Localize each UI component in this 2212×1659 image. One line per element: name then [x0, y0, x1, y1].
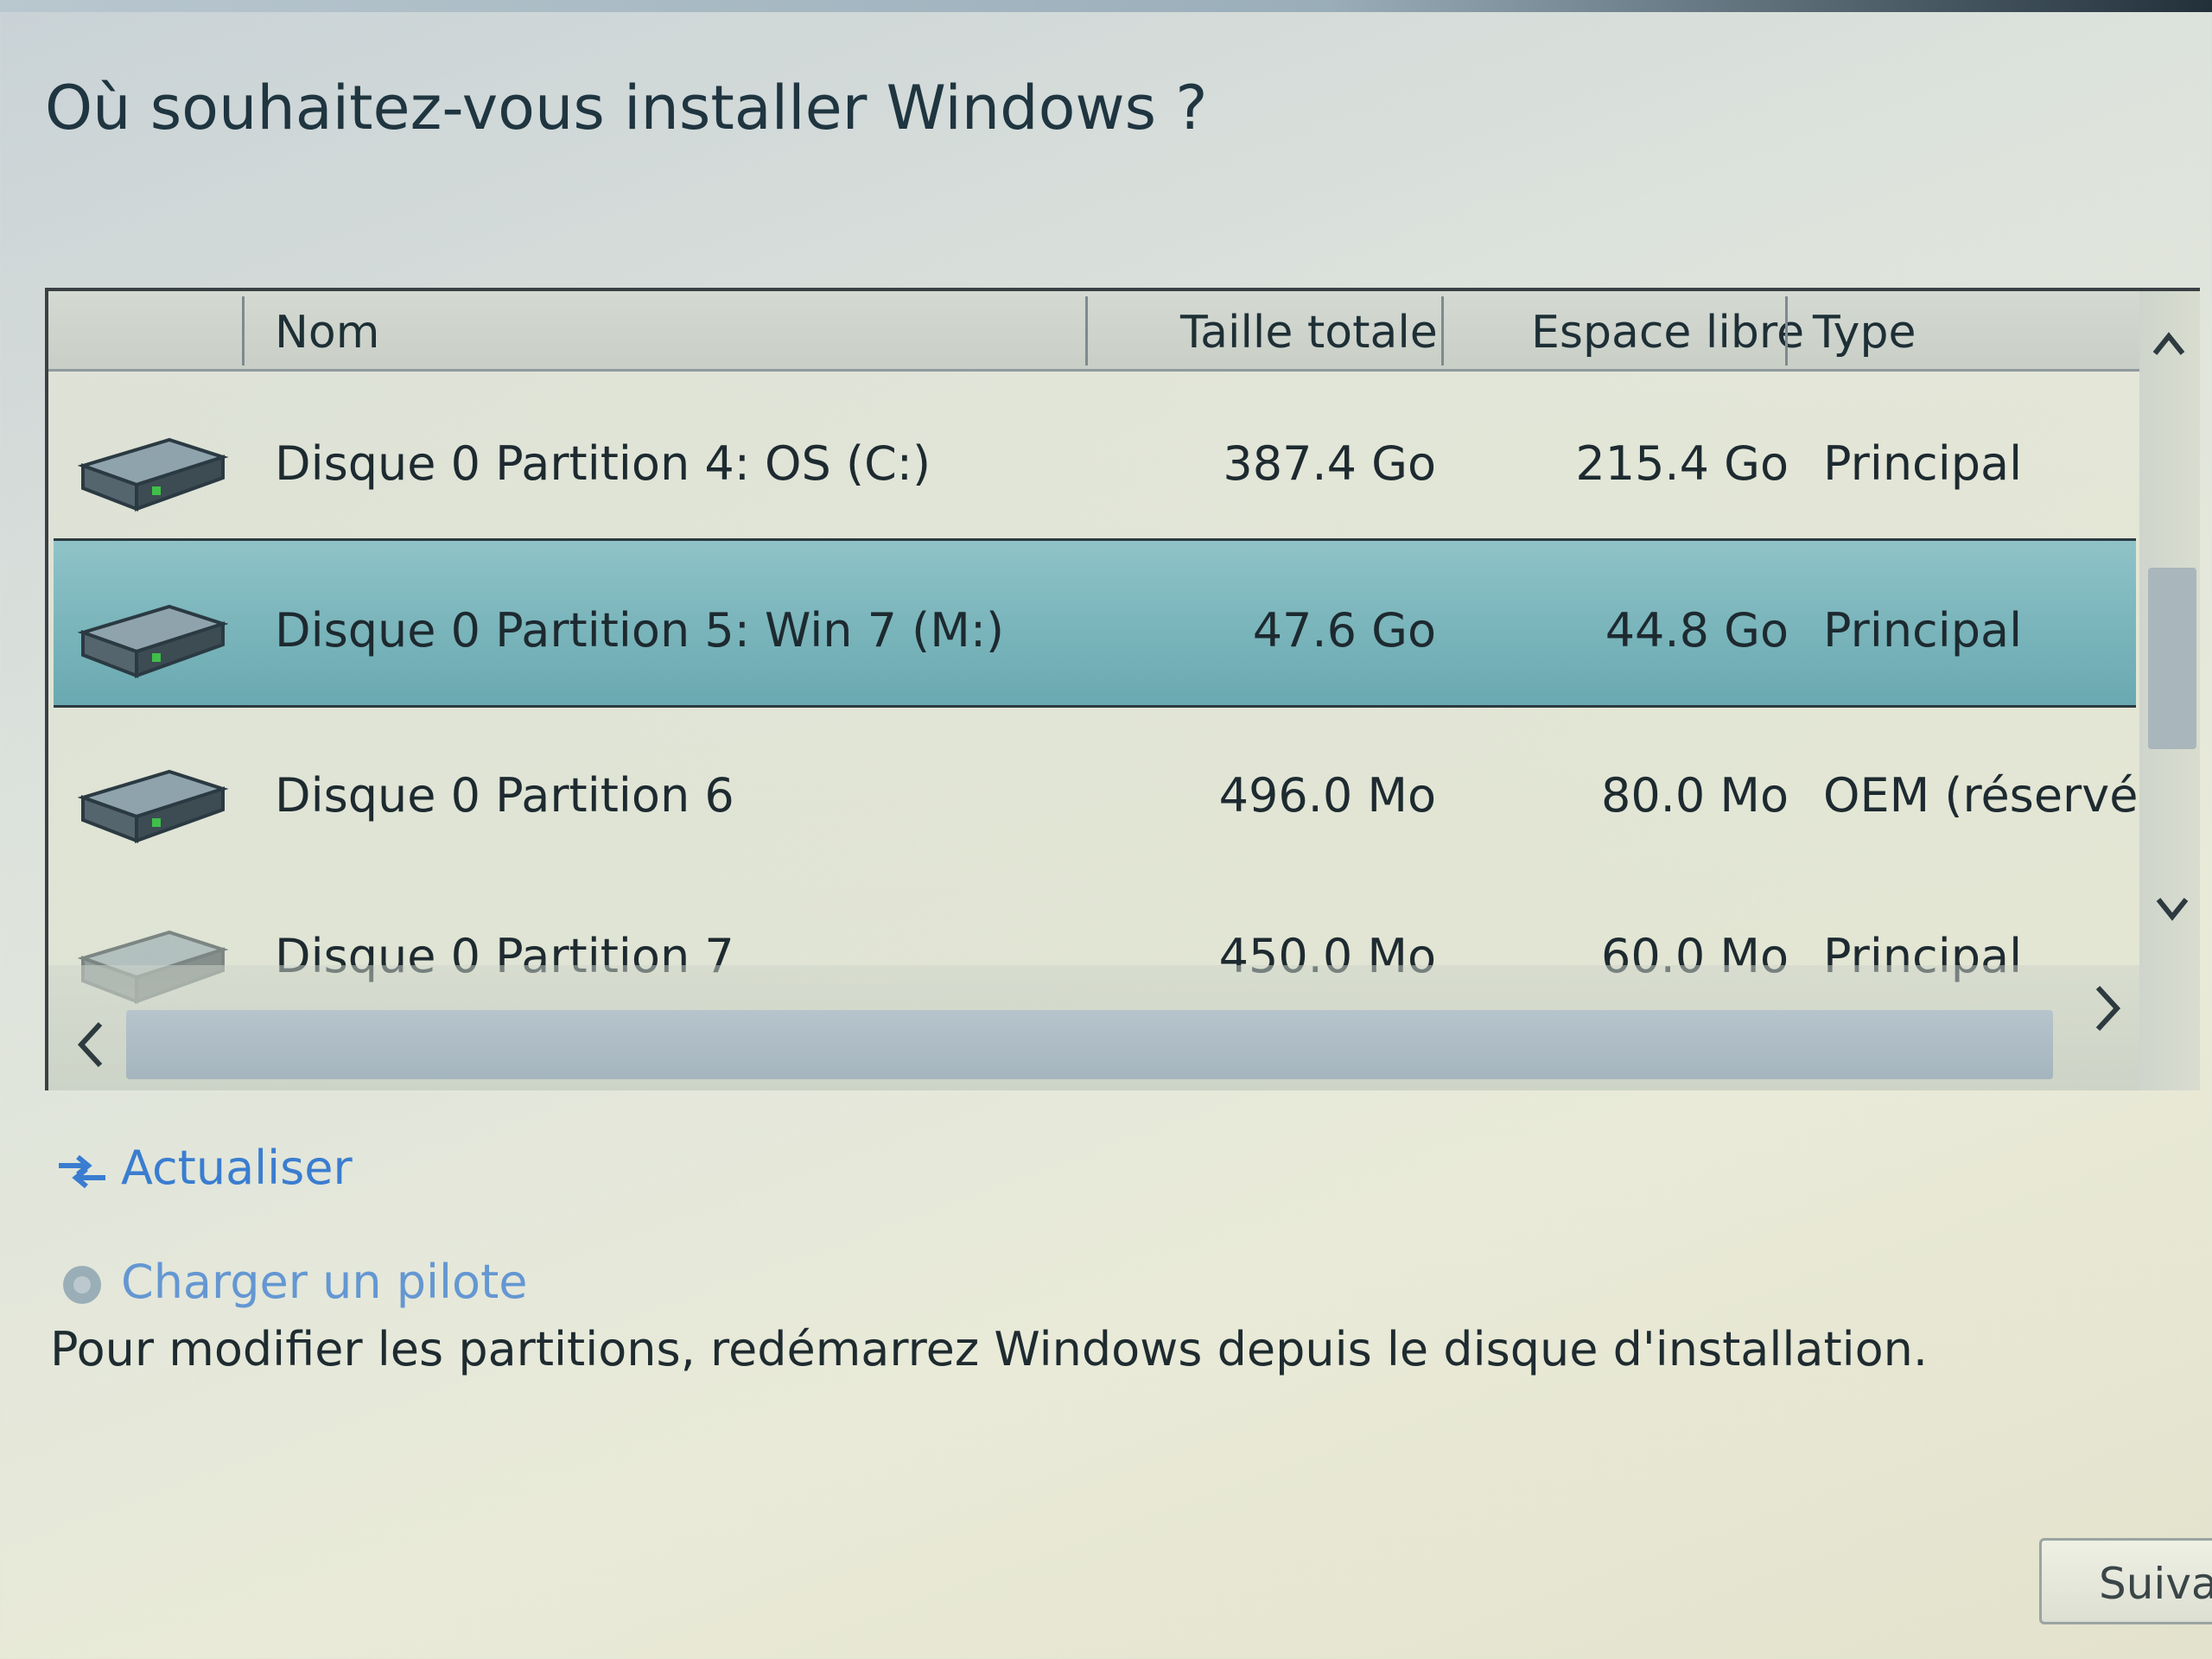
- partition-free-space: 215.4 Go: [1575, 436, 1789, 491]
- partition-name: Disque 0 Partition 4: OS (C:): [275, 436, 931, 491]
- load-driver-link[interactable]: Charger un pilote: [52, 1255, 527, 1309]
- column-separator[interactable]: [1441, 296, 1444, 365]
- scroll-up-icon[interactable]: [2152, 331, 2186, 357]
- partition-free-space: 80.0 Mo: [1600, 768, 1789, 823]
- next-button[interactable]: Suivant: [2039, 1538, 2212, 1624]
- load-driver-icon: [63, 1266, 101, 1305]
- horizontal-scroll-thumb[interactable]: [126, 1010, 2053, 1079]
- refresh-link[interactable]: Actualiser: [52, 1141, 353, 1195]
- load-driver-label: Charger un pilote: [121, 1255, 528, 1309]
- window-top-edge: [0, 0, 2212, 12]
- hard-disk-icon: [77, 769, 229, 843]
- partition-free-space: 44.8 Go: [1605, 603, 1789, 658]
- vertical-scrollbar[interactable]: [2139, 291, 2200, 1090]
- partition-total-size: 387.4 Go: [1223, 436, 1436, 491]
- info-message: Pour modifier les partitions, redémarrez…: [50, 1322, 1929, 1376]
- column-header-row: Nom Taille totale Espace libre Type: [48, 291, 2200, 372]
- refresh-label: Actualiser: [121, 1141, 353, 1195]
- table-row[interactable]: Disque 0 Partition 6 496.0 Mo 80.0 Mo OE…: [54, 706, 2157, 870]
- column-header-total[interactable]: Taille totale: [1180, 291, 1438, 369]
- hard-disk-icon: [77, 604, 229, 678]
- refresh-icon: [59, 1155, 105, 1189]
- column-header-type[interactable]: Type: [1813, 291, 1916, 369]
- partition-name: Disque 0 Partition 5: Win 7 (M:): [275, 603, 1005, 658]
- horizontal-scrollbar[interactable]: [48, 965, 2139, 1090]
- partition-list[interactable]: Nom Taille totale Espace libre Type Disq…: [45, 288, 2200, 1090]
- partition-type: Principal: [1823, 436, 2023, 491]
- hard-disk-icon: [77, 437, 229, 512]
- page-title: Où souhaitez-vous installer Windows ?: [45, 73, 1208, 143]
- vertical-scroll-thumb[interactable]: [2148, 568, 2196, 749]
- partition-total-size: 47.6 Go: [1252, 603, 1436, 658]
- scroll-down-icon[interactable]: [2155, 896, 2190, 922]
- table-row[interactable]: Disque 0 Partition 4: OS (C:) 387.4 Go 2…: [54, 374, 2136, 538]
- scroll-right-icon[interactable]: [2089, 982, 2124, 1034]
- column-header-name[interactable]: Nom: [275, 291, 379, 369]
- partition-name: Disque 0 Partition 6: [275, 768, 734, 823]
- column-separator[interactable]: [1085, 296, 1088, 365]
- column-separator[interactable]: [1785, 296, 1788, 365]
- partition-total-size: 496.0 Mo: [1218, 768, 1436, 823]
- table-row-selected[interactable]: Disque 0 Partition 5: Win 7 (M:) 47.6 Go…: [54, 538, 2136, 708]
- scroll-left-icon[interactable]: [74, 1019, 109, 1071]
- partition-type: OEM (réservé): [1823, 768, 2157, 823]
- partition-type: Principal: [1823, 603, 2023, 658]
- column-separator[interactable]: [242, 296, 245, 365]
- column-header-free[interactable]: Espace libre: [1531, 291, 1804, 369]
